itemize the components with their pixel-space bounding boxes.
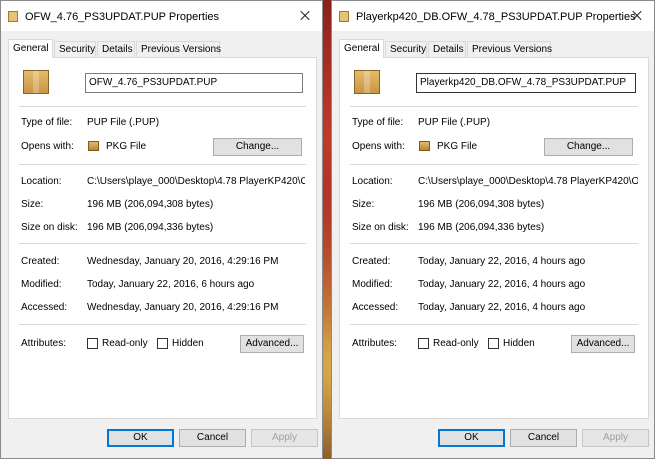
size-on-disk-value: 196 MB (206,094,336 bytes) (418, 222, 545, 233)
dialog-footer: OK Cancel Apply (332, 418, 654, 458)
general-panel: Playerkp420_DB.OFW_4.78_PS3UPDAT.PUP Typ… (339, 57, 649, 419)
apply-button[interactable]: Apply (251, 429, 318, 447)
close-button[interactable] (626, 7, 648, 25)
size-value: 196 MB (206,094,308 bytes) (418, 199, 545, 210)
ok-button[interactable]: OK (107, 429, 174, 447)
type-of-file-label: Type of file: (21, 117, 73, 128)
tab-security[interactable]: Security (54, 41, 96, 57)
advanced-button[interactable]: Advanced... (240, 335, 304, 353)
accessed-value: Today, January 22, 2016, 4 hours ago (418, 302, 586, 313)
accessed-label: Accessed: (21, 302, 68, 313)
tab-previous-versions[interactable]: Previous Versions (136, 41, 221, 57)
divider (350, 324, 638, 325)
file-title-icon (339, 11, 349, 22)
opens-with-label: Opens with: (21, 141, 74, 152)
attributes-label: Attributes: (21, 338, 67, 349)
divider (19, 243, 306, 244)
location-label: Location: (352, 176, 393, 187)
cancel-button[interactable]: Cancel (510, 429, 577, 447)
read-only-label[interactable]: Read-only (433, 338, 479, 349)
filename-input[interactable]: Playerkp420_DB.OFW_4.78_PS3UPDAT.PUP (416, 73, 636, 93)
close-button[interactable] (294, 7, 316, 25)
size-label: Size: (352, 199, 375, 210)
cancel-button[interactable]: Cancel (179, 429, 246, 447)
size-on-disk-value: 196 MB (206,094,336 bytes) (87, 222, 214, 233)
hidden-label[interactable]: Hidden (503, 338, 535, 349)
change-button[interactable]: Change... (213, 138, 302, 156)
created-value: Wednesday, January 20, 2016, 4:29:16 PM (87, 256, 279, 267)
divider (19, 106, 306, 107)
file-title-icon (8, 11, 18, 22)
modified-value: Today, January 22, 2016, 4 hours ago (418, 279, 586, 290)
size-label: Size: (21, 199, 44, 210)
size-value: 196 MB (206,094,308 bytes) (87, 199, 214, 210)
read-only-checkbox[interactable] (87, 338, 98, 349)
type-of-file-label: Type of file: (352, 117, 404, 128)
type-of-file-value: PUP File (.PUP) (87, 117, 160, 128)
pkg-file-icon (354, 70, 380, 94)
location-label: Location: (21, 176, 62, 187)
type-of-file-value: PUP File (.PUP) (418, 117, 491, 128)
tab-previous-versions[interactable]: Previous Versions (467, 41, 552, 57)
opens-with-value: PKG File (106, 141, 147, 152)
pkg-app-icon (88, 141, 99, 151)
tab-details[interactable]: Details (97, 41, 135, 57)
modified-label: Modified: (21, 279, 62, 290)
tab-security[interactable]: Security (385, 41, 427, 57)
window-title: OFW_4.76_PS3UPDAT.PUP Properties (25, 11, 220, 23)
filename-input[interactable]: OFW_4.76_PS3UPDAT.PUP (85, 73, 303, 93)
pkg-app-icon (419, 141, 430, 151)
properties-dialog-left: OFW_4.76_PS3UPDAT.PUP Properties General… (0, 0, 323, 459)
divider (350, 164, 638, 165)
tab-general[interactable]: General (339, 39, 384, 58)
hidden-checkbox[interactable] (488, 338, 499, 349)
title-bar[interactable]: OFW_4.76_PS3UPDAT.PUP Properties (1, 1, 322, 31)
opens-with-value: PKG File (437, 141, 478, 152)
read-only-checkbox[interactable] (418, 338, 429, 349)
divider (350, 106, 638, 107)
accessed-value: Wednesday, January 20, 2016, 4:29:16 PM (87, 302, 279, 313)
read-only-label[interactable]: Read-only (102, 338, 148, 349)
modified-label: Modified: (352, 279, 393, 290)
size-on-disk-label: Size on disk: (352, 222, 409, 233)
apply-button[interactable]: Apply (582, 429, 649, 447)
location-value: C:\Users\playe_000\Desktop\4.78 PlayerKP… (87, 176, 305, 187)
hidden-label[interactable]: Hidden (172, 338, 204, 349)
title-bar[interactable]: Playerkp420_DB.OFW_4.78_PS3UPDAT.PUP Pro… (332, 1, 654, 31)
ok-button[interactable]: OK (438, 429, 505, 447)
created-value: Today, January 22, 2016, 4 hours ago (418, 256, 586, 267)
general-panel: OFW_4.76_PS3UPDAT.PUP Type of file: PUP … (8, 57, 317, 419)
hidden-checkbox[interactable] (157, 338, 168, 349)
advanced-button[interactable]: Advanced... (571, 335, 635, 353)
modified-value: Today, January 22, 2016, 6 hours ago (87, 279, 255, 290)
change-button[interactable]: Change... (544, 138, 633, 156)
created-label: Created: (352, 256, 391, 267)
properties-dialog-right: Playerkp420_DB.OFW_4.78_PS3UPDAT.PUP Pro… (331, 0, 655, 459)
size-on-disk-label: Size on disk: (21, 222, 78, 233)
attributes-label: Attributes: (352, 338, 398, 349)
tab-details[interactable]: Details (428, 41, 466, 57)
divider (19, 164, 306, 165)
dialog-footer: OK Cancel Apply (1, 418, 322, 458)
pkg-file-icon (23, 70, 49, 94)
divider (350, 243, 638, 244)
created-label: Created: (21, 256, 60, 267)
window-title: Playerkp420_DB.OFW_4.78_PS3UPDAT.PUP Pro… (356, 11, 636, 23)
accessed-label: Accessed: (352, 302, 399, 313)
location-value: C:\Users\playe_000\Desktop\4.78 PlayerKP… (418, 176, 638, 187)
divider (19, 324, 306, 325)
tab-general[interactable]: General (8, 39, 53, 58)
opens-with-label: Opens with: (352, 141, 405, 152)
